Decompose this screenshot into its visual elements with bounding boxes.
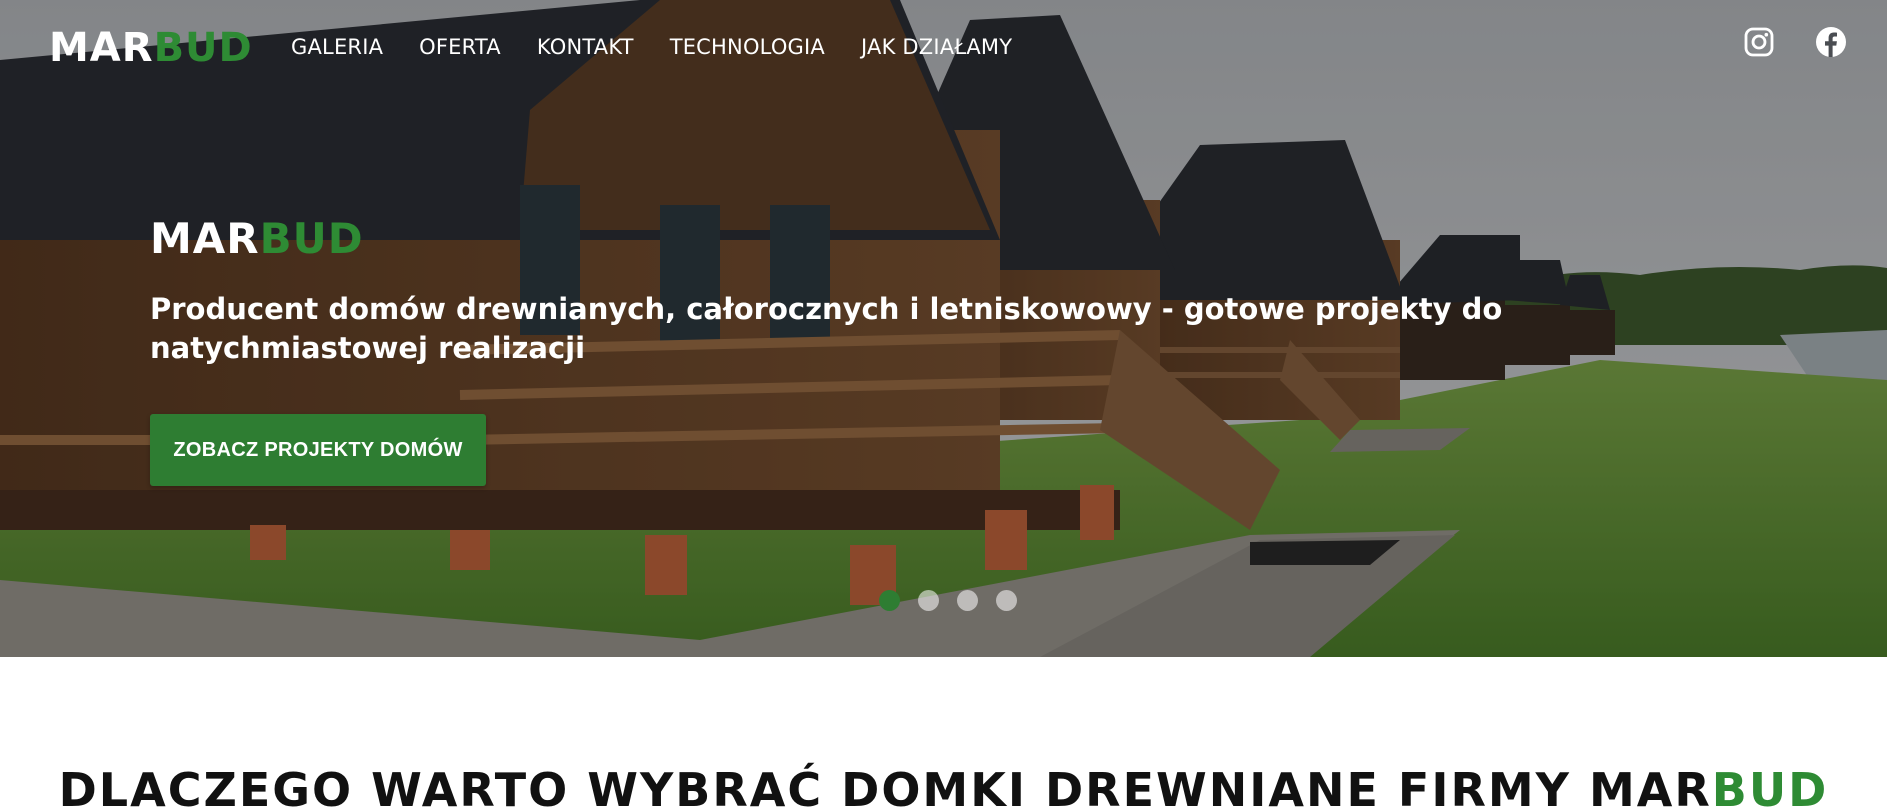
logo-part-bud: BUD — [153, 25, 253, 71]
hero-brand-heading: MARBUD — [150, 214, 364, 264]
slider-dot-3[interactable] — [957, 590, 978, 611]
slider-pagination — [879, 590, 1017, 611]
facebook-icon[interactable] — [1815, 26, 1847, 58]
nav-item-oferta[interactable]: OFERTA — [419, 34, 501, 60]
nav-item-galeria[interactable]: GALERIA — [291, 34, 383, 60]
nav-item-technologia[interactable]: TECHNOLOGIA — [670, 34, 825, 60]
section-title: DLACZEGO WARTO WYBRAĆ DOMKI DREWNIANE FI… — [0, 760, 1887, 811]
see-house-projects-button[interactable]: ZOBACZ PROJEKTY DOMÓW — [150, 414, 486, 486]
slider-dot-1[interactable] — [879, 590, 900, 611]
top-navigation: MARBUD GALERIA OFERTA KONTAKT TECHNOLOGI… — [0, 0, 1887, 96]
hero-brand-mar: MAR — [150, 214, 260, 263]
section-title-bud: BUD — [1711, 763, 1829, 811]
hero-brand-bud: BUD — [259, 214, 364, 263]
nav-item-kontakt[interactable]: KONTAKT — [537, 34, 634, 60]
slider-dot-2[interactable] — [918, 590, 939, 611]
nav-menu: GALERIA OFERTA KONTAKT TECHNOLOGIA JAK D… — [291, 34, 1048, 60]
site-logo[interactable]: MARBUD — [49, 24, 253, 72]
instagram-icon[interactable] — [1743, 26, 1775, 58]
slider-dot-4[interactable] — [996, 590, 1017, 611]
nav-item-jak-dzialamy[interactable]: JAK DZIAŁAMY — [861, 34, 1012, 60]
logo-part-mar: MAR — [49, 25, 154, 71]
hero-subtitle: Producent domów drewnianych, całorocznyc… — [150, 292, 1503, 365]
hero-slider: MARBUD GALERIA OFERTA KONTAKT TECHNOLOGI… — [0, 0, 1887, 657]
section-title-main: DLACZEGO WARTO WYBRAĆ DOMKI DREWNIANE FI… — [58, 763, 1712, 811]
